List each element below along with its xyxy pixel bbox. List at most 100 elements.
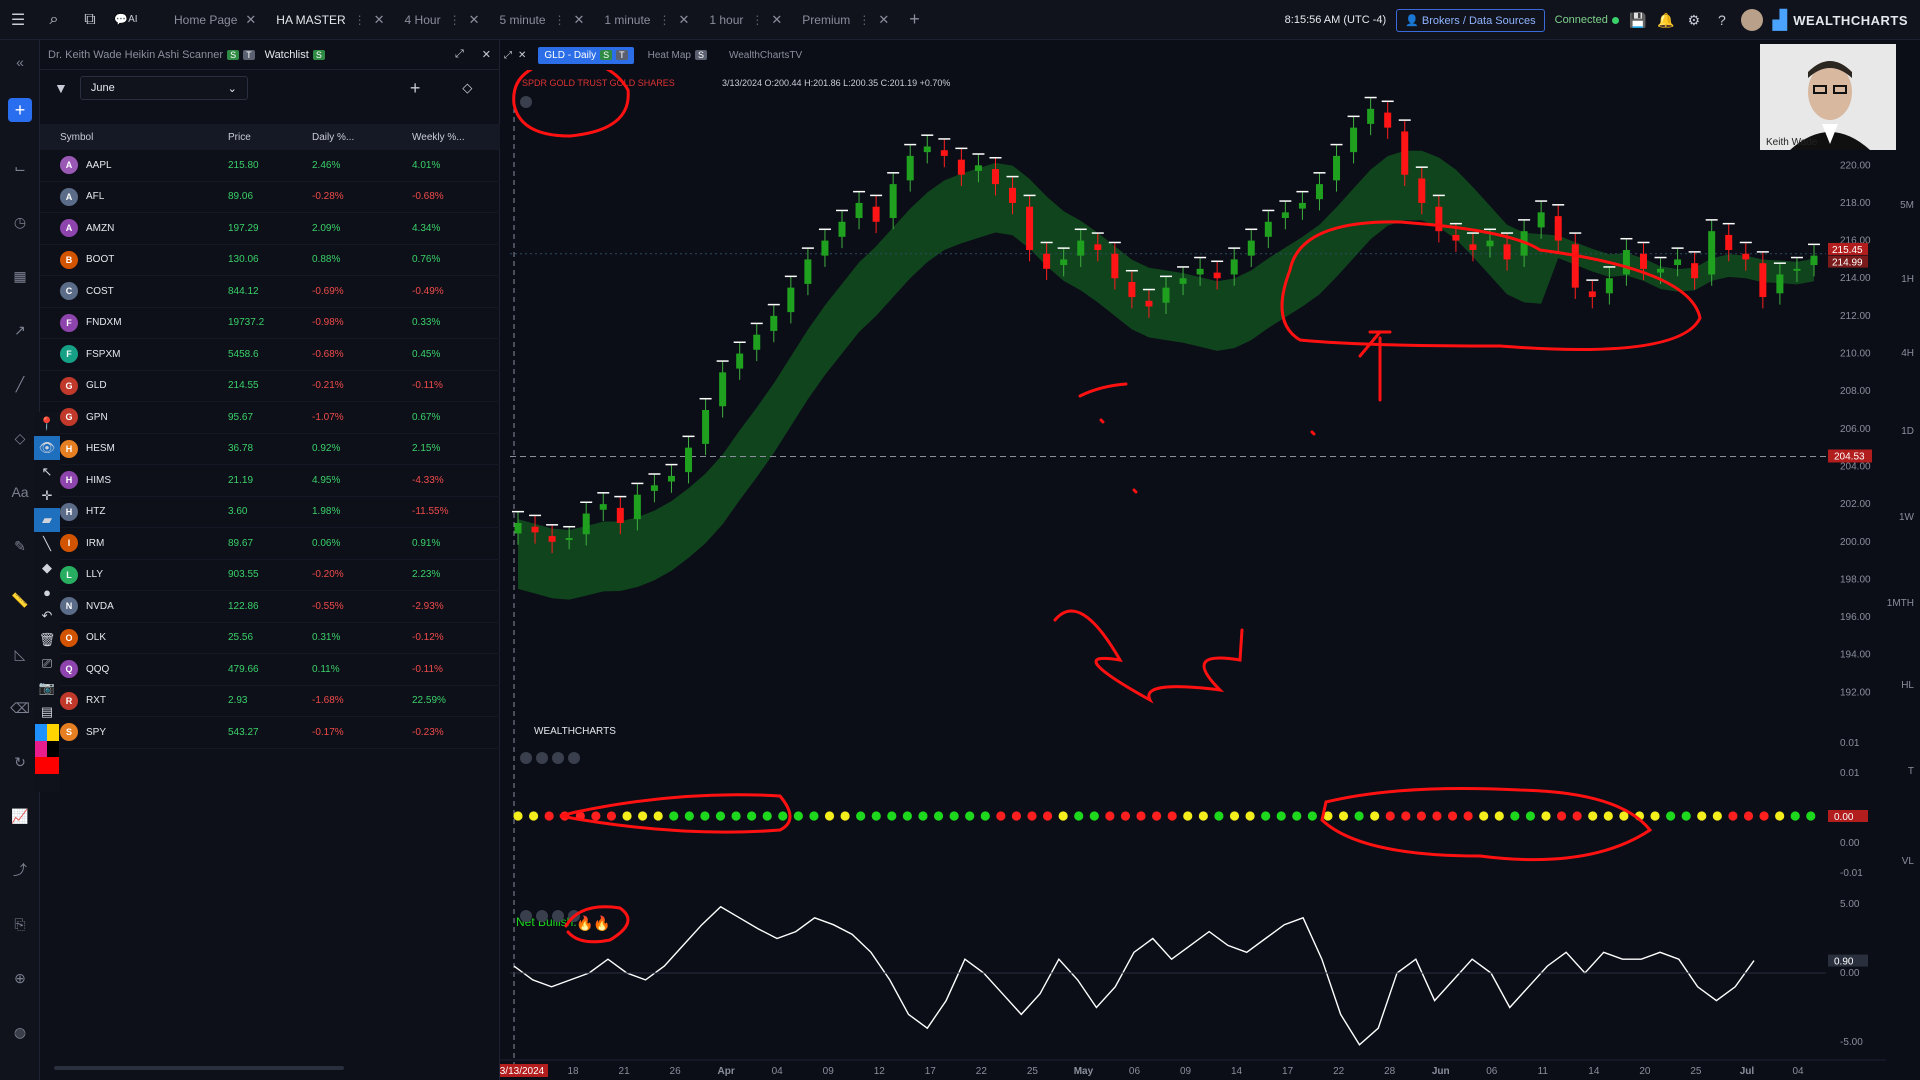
table-row[interactable]: R RXT 2.93 -1.68% 22.59%	[40, 686, 500, 717]
table-row[interactable]: G GPN 95.67 -1.07% 0.67%	[40, 402, 500, 434]
close-tab-icon[interactable]: ✕	[878, 12, 889, 28]
tab-menu-icon[interactable]: ⋮	[354, 13, 366, 27]
col-symbol[interactable]: Symbol	[60, 132, 93, 143]
pane-control-icon[interactable]	[568, 752, 580, 764]
pane-control-icon[interactable]	[520, 96, 532, 108]
table-row[interactable]: N NVDA 122.86 -0.55% -2.93%	[40, 591, 500, 623]
brokers-data-sources-button[interactable]: 👤 Brokers / Data Sources	[1396, 8, 1545, 32]
table-row[interactable]: C COST 844.12 -0.69% -0.49%	[40, 276, 500, 308]
swatch-magenta[interactable]	[35, 740, 47, 758]
table-row[interactable]: I IRM 89.67 0.06% 0.91%	[40, 528, 500, 560]
table-row[interactable]: G GLD 214.55 -0.21% -0.11%	[40, 371, 500, 402]
table-row[interactable]: O OLK 25.56 0.31% -0.12%	[40, 623, 500, 654]
table-row[interactable]: L LLY 903.55 -0.20% 2.23%	[40, 560, 500, 591]
tab-menu-icon[interactable]: ⋮	[751, 13, 763, 27]
copy-icon[interactable]: ⎘	[8, 912, 32, 936]
expand-icon[interactable]: ⤢	[455, 48, 464, 61]
tab-scanner[interactable]: Dr. Keith Wade Heikin Ashi Scanner S T	[48, 49, 255, 61]
col-weekly[interactable]: Weekly %...	[412, 132, 465, 143]
table-row[interactable]: B BOOT 130.06 0.88% 0.76%	[40, 245, 500, 276]
line-tool-icon[interactable]: ╱	[8, 372, 32, 396]
tab-menu-icon[interactable]: ⋮	[449, 13, 461, 27]
pane-control-icon[interactable]	[520, 752, 532, 764]
ruler-icon[interactable]: 📏	[8, 588, 32, 612]
search-icon[interactable]: ⌕	[36, 0, 72, 40]
interval-1h[interactable]: 1H	[1901, 274, 1914, 285]
trash-icon[interactable]: 🗑	[34, 628, 60, 652]
interval-hl[interactable]: HL	[1901, 680, 1914, 691]
tab-1-hour[interactable]: 1 hour ⋮ ✕	[699, 0, 792, 40]
text-tool-icon[interactable]: Aa	[8, 480, 32, 504]
hamburger-menu-icon[interactable]: ☰	[0, 0, 36, 40]
interval-1d[interactable]: 1D	[1901, 426, 1914, 437]
interval-1w[interactable]: 1W	[1899, 512, 1914, 523]
cursor-icon[interactable]: ↖	[34, 460, 60, 484]
eye-icon[interactable]: 👁	[34, 436, 60, 460]
layouts-icon[interactable]: ⧉	[72, 0, 108, 40]
indicator-icon[interactable]: 📈	[8, 804, 32, 828]
calendar-icon[interactable]: ▦	[8, 264, 32, 288]
highlighter-icon[interactable]: ▰	[34, 508, 60, 532]
tab-premium[interactable]: Premium ⋮ ✕	[792, 0, 899, 40]
interval-5m[interactable]: 5M	[1900, 200, 1914, 211]
chart-icon[interactable]: ⌙	[8, 156, 32, 180]
col-price[interactable]: Price	[228, 132, 251, 143]
avatar[interactable]	[1740, 9, 1763, 31]
table-row[interactable]: S SPY 543.27 -0.17% -0.23%	[40, 717, 500, 749]
add-tab-button[interactable]: +	[899, 9, 930, 30]
close-tab-icon[interactable]: ✕	[574, 12, 585, 28]
interval-vl[interactable]: VL	[1902, 856, 1914, 867]
tab-menu-icon[interactable]: ⋮	[554, 13, 566, 27]
watchlist-select[interactable]: June ⌄	[79, 76, 248, 100]
close-tab-icon[interactable]: ✕	[245, 12, 256, 28]
pane-control-icon[interactable]	[552, 910, 564, 922]
notes-icon[interactable]: ▤	[34, 700, 60, 724]
tab-home-page[interactable]: Home Page ✕	[164, 0, 266, 40]
undo-icon[interactable]: ↶	[34, 604, 60, 628]
ai-chat-icon[interactable]: 💬 AI	[108, 0, 144, 40]
swatch-blue[interactable]	[35, 724, 47, 741]
tab-wealthcharts-tv[interactable]: WealthChartsTV	[721, 50, 810, 61]
strategy-icon[interactable]: ⤴	[8, 858, 32, 882]
swatch-red-selected[interactable]	[35, 757, 59, 774]
close-tab-icon[interactable]: ✕	[374, 12, 385, 28]
close-tab-icon[interactable]: ✕	[678, 12, 689, 28]
eraser-icon[interactable]: ⌫	[8, 696, 32, 720]
tab-5-minute[interactable]: 5 minute ⋮ ✕	[489, 0, 594, 40]
pane-control-icon[interactable]	[552, 752, 564, 764]
col-daily[interactable]: Daily %...	[312, 132, 354, 143]
bell-icon[interactable]: 🔔	[1657, 12, 1675, 29]
pane-control-icon[interactable]	[520, 910, 532, 922]
table-row[interactable]: H HIMS 21.19 4.95% -4.33%	[40, 465, 500, 497]
tab-gld-daily[interactable]: GLD - Daily S T	[538, 46, 634, 64]
camera-icon[interactable]: 📷	[34, 676, 60, 700]
shapes-icon[interactable]: ◇	[8, 426, 32, 450]
refresh-icon[interactable]: ↻	[8, 750, 32, 774]
pane-control-icon[interactable]	[536, 752, 548, 764]
table-row[interactable]: H HESM 36.78 0.92% 2.15%	[40, 434, 500, 465]
table-row[interactable]: F FNDXM 19737.2 -0.98% 0.33%	[40, 308, 500, 339]
tab-watchlist[interactable]: Watchlist S	[265, 49, 325, 61]
horizontal-scrollbar[interactable]	[54, 1066, 344, 1070]
trend-icon[interactable]: ↗	[8, 318, 32, 342]
help-icon[interactable]: ?	[1713, 12, 1731, 28]
swatch-yellow[interactable]	[47, 724, 59, 741]
globe-icon[interactable]: ◍	[8, 1020, 32, 1044]
table-row[interactable]: H HTZ 3.60 1.98% -11.55%	[40, 497, 500, 528]
gear-icon[interactable]: ⚙	[1685, 12, 1703, 29]
close-icon[interactable]: ✕	[518, 50, 526, 61]
pencil-icon[interactable]: ✎	[8, 534, 32, 558]
target-icon[interactable]: ⊕	[8, 966, 32, 990]
table-row[interactable]: A AAPL 215.80 2.46% 4.01%	[40, 150, 500, 182]
table-row[interactable]: A AMZN 197.29 2.09% 4.34%	[40, 213, 500, 245]
swatch-black[interactable]	[47, 740, 59, 758]
pane-control-icon[interactable]	[536, 910, 548, 922]
interval-t[interactable]: T	[1908, 766, 1914, 777]
add-symbol-button[interactable]: +	[410, 78, 421, 99]
close-tab-icon[interactable]: ✕	[469, 12, 480, 28]
marker-icon[interactable]: ◆	[34, 556, 60, 580]
collapse-icon[interactable]: «	[8, 50, 32, 74]
crosshair-icon[interactable]: ✛	[34, 484, 60, 508]
dot-icon[interactable]: ●	[34, 580, 60, 604]
expand-icon[interactable]: ⤢	[504, 50, 512, 61]
